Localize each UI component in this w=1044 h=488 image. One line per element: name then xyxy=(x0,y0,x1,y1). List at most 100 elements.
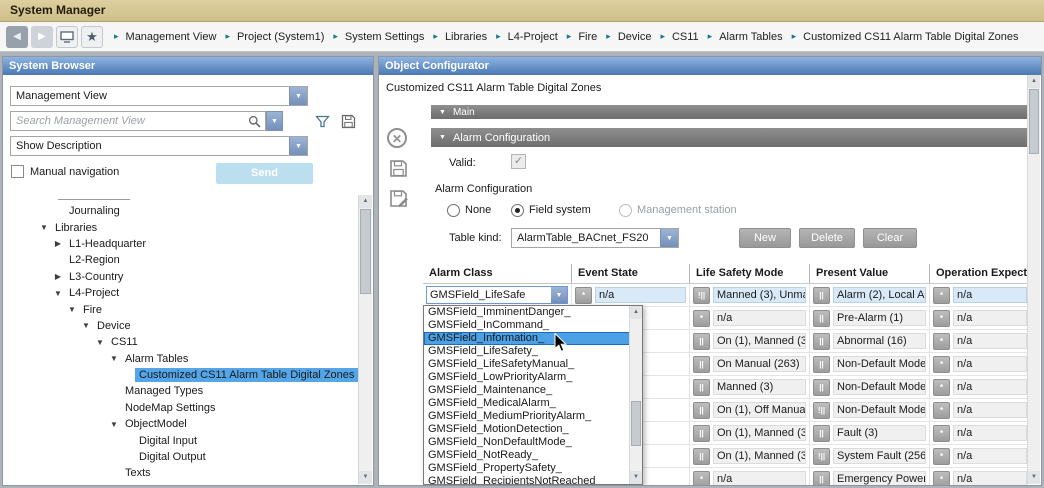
breadcrumb-item[interactable]: ▸Libraries xyxy=(433,31,487,43)
dropdown-item[interactable]: GMSField_MotionDetection_ xyxy=(424,423,642,436)
dropdown-item[interactable]: GMSField_LifeSafety_ xyxy=(424,345,642,358)
cell-option-button[interactable]: !|| xyxy=(813,402,830,419)
cell-value[interactable]: Non-Default Mode xyxy=(833,356,926,372)
expander-collapsed-icon[interactable] xyxy=(51,239,65,248)
cell-value[interactable]: Non-Default Mode xyxy=(833,402,926,418)
scrollbar-thumb[interactable] xyxy=(631,401,641,446)
cell-option-button[interactable]: || xyxy=(693,448,710,465)
cell-value[interactable]: Abnormal (16) xyxy=(833,333,926,349)
breadcrumb-item[interactable]: ▸Alarm Tables xyxy=(708,31,783,43)
view-selector-dropdown[interactable]: Management View ▼ xyxy=(10,86,308,106)
search-box[interactable] xyxy=(10,111,266,131)
tree-item-label[interactable]: L3-Country xyxy=(65,270,127,284)
alarm-class-combobox[interactable]: GMSField_LifeSafe ▼ xyxy=(426,286,568,304)
tree-item-label[interactable]: L4-Project xyxy=(65,286,123,300)
cell-value[interactable]: Fault (3) xyxy=(833,425,926,441)
radio-none-label[interactable]: None xyxy=(465,204,491,216)
cell-value[interactable]: Pre-Alarm (1) xyxy=(833,310,926,326)
cell-option-button[interactable]: * xyxy=(933,448,950,465)
expander-expanded-icon[interactable] xyxy=(107,420,121,429)
expander-expanded-icon[interactable] xyxy=(79,321,93,330)
cell-value[interactable]: On (1), Manned (3) xyxy=(713,425,806,441)
cell-value[interactable]: n/a xyxy=(953,402,1027,418)
tree-item-selected[interactable]: Customized CS11 Alarm Table Digital Zone… xyxy=(3,367,358,383)
breadcrumb-label[interactable]: Fire xyxy=(578,31,597,43)
tree-item-label[interactable]: L2-Region xyxy=(65,253,124,267)
chevron-down-icon[interactable]: ▼ xyxy=(289,87,307,105)
expander-expanded-icon[interactable] xyxy=(37,223,51,232)
cell-option-button[interactable]: || xyxy=(693,333,710,350)
cell-option-button[interactable]: * xyxy=(933,333,950,350)
tree-item-label[interactable]: Customized CS11 Alarm Table Digital Zone… xyxy=(135,368,358,382)
breadcrumb-label[interactable]: Management View xyxy=(126,31,217,43)
tree-item[interactable]: ObjectModel xyxy=(3,416,358,432)
scroll-down-icon[interactable] xyxy=(359,471,372,484)
chevron-down-icon[interactable]: ▼ xyxy=(551,287,567,303)
breadcrumb-item[interactable]: ▸System Settings xyxy=(333,31,424,43)
back-button[interactable]: ◀ xyxy=(6,26,28,48)
cell-option-button[interactable]: || xyxy=(813,379,830,396)
breadcrumb-label[interactable]: CS11 xyxy=(672,31,699,43)
cell-value[interactable]: n/a xyxy=(953,287,1027,303)
breadcrumb-item[interactable]: ▸Customized CS11 Alarm Table Digital Zon… xyxy=(792,31,1019,43)
dropdown-item[interactable]: GMSField_NotReady_ xyxy=(424,449,642,462)
section-main[interactable]: ▼ Main xyxy=(431,105,1029,119)
cell-value[interactable]: n/a xyxy=(713,471,806,485)
scroll-down-icon[interactable] xyxy=(630,471,642,484)
tree-item-label[interactable]: Digital Input xyxy=(135,434,201,448)
tree-item-label[interactable]: CS11 xyxy=(107,335,142,349)
dropdown-item[interactable]: GMSField_PropertySafety_ xyxy=(424,462,642,475)
cell-value[interactable]: n/a xyxy=(953,448,1027,464)
section-alarm-configuration[interactable]: ▼ Alarm Configuration xyxy=(431,128,1029,147)
tree-item[interactable]: L3-Country xyxy=(3,269,358,285)
tree-item-label[interactable]: Fire xyxy=(79,303,106,317)
cell-option-button[interactable]: * xyxy=(933,402,950,419)
scrollbar-thumb[interactable] xyxy=(1029,89,1039,154)
tree-item[interactable]: CS11 xyxy=(3,334,358,350)
cell-option-button[interactable]: !|| xyxy=(693,287,710,304)
tree-item[interactable]: Digital Input xyxy=(3,432,358,448)
tree-item[interactable]: Texts xyxy=(3,465,358,481)
configurator-scrollbar[interactable] xyxy=(1027,75,1040,484)
cell-option-button[interactable]: * xyxy=(693,471,710,486)
tree-scrollbar[interactable] xyxy=(358,195,372,484)
tree-item[interactable]: L1-Headquarter xyxy=(3,236,358,252)
dropdown-item[interactable]: GMSField_MedicalAlarm_ xyxy=(424,397,642,410)
search-options-dropdown-button[interactable]: ▼ xyxy=(266,111,283,131)
cell-value[interactable]: n/a xyxy=(713,310,806,326)
breadcrumb-label[interactable]: Libraries xyxy=(445,31,487,43)
breadcrumb-label[interactable]: Device xyxy=(618,31,652,43)
cell-option-button[interactable]: || xyxy=(693,402,710,419)
cell-option-button[interactable]: * xyxy=(933,310,950,327)
breadcrumb-item[interactable]: ▸L4-Project xyxy=(496,31,558,43)
tree-item[interactable]: L2-Region xyxy=(3,252,358,268)
cell-value[interactable]: n/a xyxy=(595,287,686,303)
tree-item-clipped[interactable] xyxy=(3,195,358,203)
cell-option-button[interactable]: || xyxy=(813,333,830,350)
cell-option-button[interactable]: || xyxy=(813,356,830,373)
cell-option-button[interactable]: * xyxy=(933,356,950,373)
cell-value[interactable]: n/a xyxy=(953,333,1027,349)
expander-expanded-icon[interactable] xyxy=(51,289,65,298)
manual-navigation-checkbox[interactable] xyxy=(11,165,24,178)
cell-value[interactable]: n/a xyxy=(953,356,1027,372)
cell-option-button[interactable]: || xyxy=(813,287,830,304)
forward-button[interactable]: ▶ xyxy=(31,26,53,48)
show-in-view-button[interactable] xyxy=(56,26,78,48)
radio-none[interactable] xyxy=(447,204,460,217)
cell-option-button[interactable]: * xyxy=(933,287,950,304)
tree-item-label[interactable]: Alarm Tables xyxy=(121,352,192,366)
cell-value[interactable]: n/a xyxy=(953,471,1027,485)
cell-option-button[interactable]: || xyxy=(813,425,830,442)
radio-field-system[interactable] xyxy=(511,204,524,217)
cell-option-button[interactable]: * xyxy=(933,471,950,486)
tree-item[interactable]: Libraries xyxy=(3,219,358,235)
chevron-down-icon[interactable]: ▼ xyxy=(289,137,307,155)
breadcrumb-label[interactable]: Alarm Tables xyxy=(719,31,782,43)
dropdown-scrollbar[interactable] xyxy=(629,306,642,484)
cell-value[interactable]: n/a xyxy=(953,379,1027,395)
filter-button[interactable] xyxy=(315,114,330,129)
cell-option-button[interactable]: || xyxy=(693,379,710,396)
cell-option-button[interactable]: * xyxy=(933,379,950,396)
save-view-button[interactable] xyxy=(341,114,356,129)
